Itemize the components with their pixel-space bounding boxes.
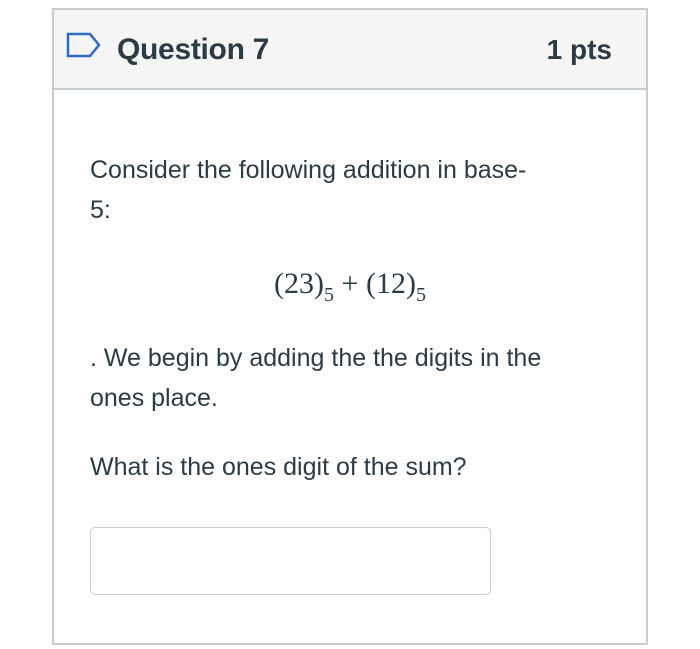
question-header: Question 7 1 pts: [54, 10, 646, 90]
answer-input[interactable]: [90, 527, 491, 595]
question-text-continued: . We begin by adding the the digits in t…: [90, 338, 590, 418]
formula-term: (12): [365, 267, 416, 300]
question-points: 1 pts: [546, 34, 612, 65]
formula-operator: +: [341, 267, 359, 300]
question-text-line: ones place.: [90, 384, 218, 412]
question-text: Consider the following addition in base-…: [90, 150, 590, 230]
formula-term: (23): [274, 267, 325, 300]
question-text-line: 5:: [90, 196, 111, 224]
math-formula: (23)5 + (12)5: [54, 262, 646, 306]
formula-base: 5: [415, 284, 426, 306]
question-card: Question 7 1 pts Consider the following …: [52, 8, 648, 645]
flag-question-icon[interactable]: [66, 32, 102, 58]
formula-base: 5: [324, 284, 335, 306]
question-prompt: What is the ones digit of the sum?: [90, 453, 467, 481]
question-title: Question 7: [117, 33, 270, 66]
question-text-line: . We begin by adding the the digits in t…: [90, 344, 542, 372]
question-text-line: Consider the following addition in base-: [90, 156, 527, 184]
